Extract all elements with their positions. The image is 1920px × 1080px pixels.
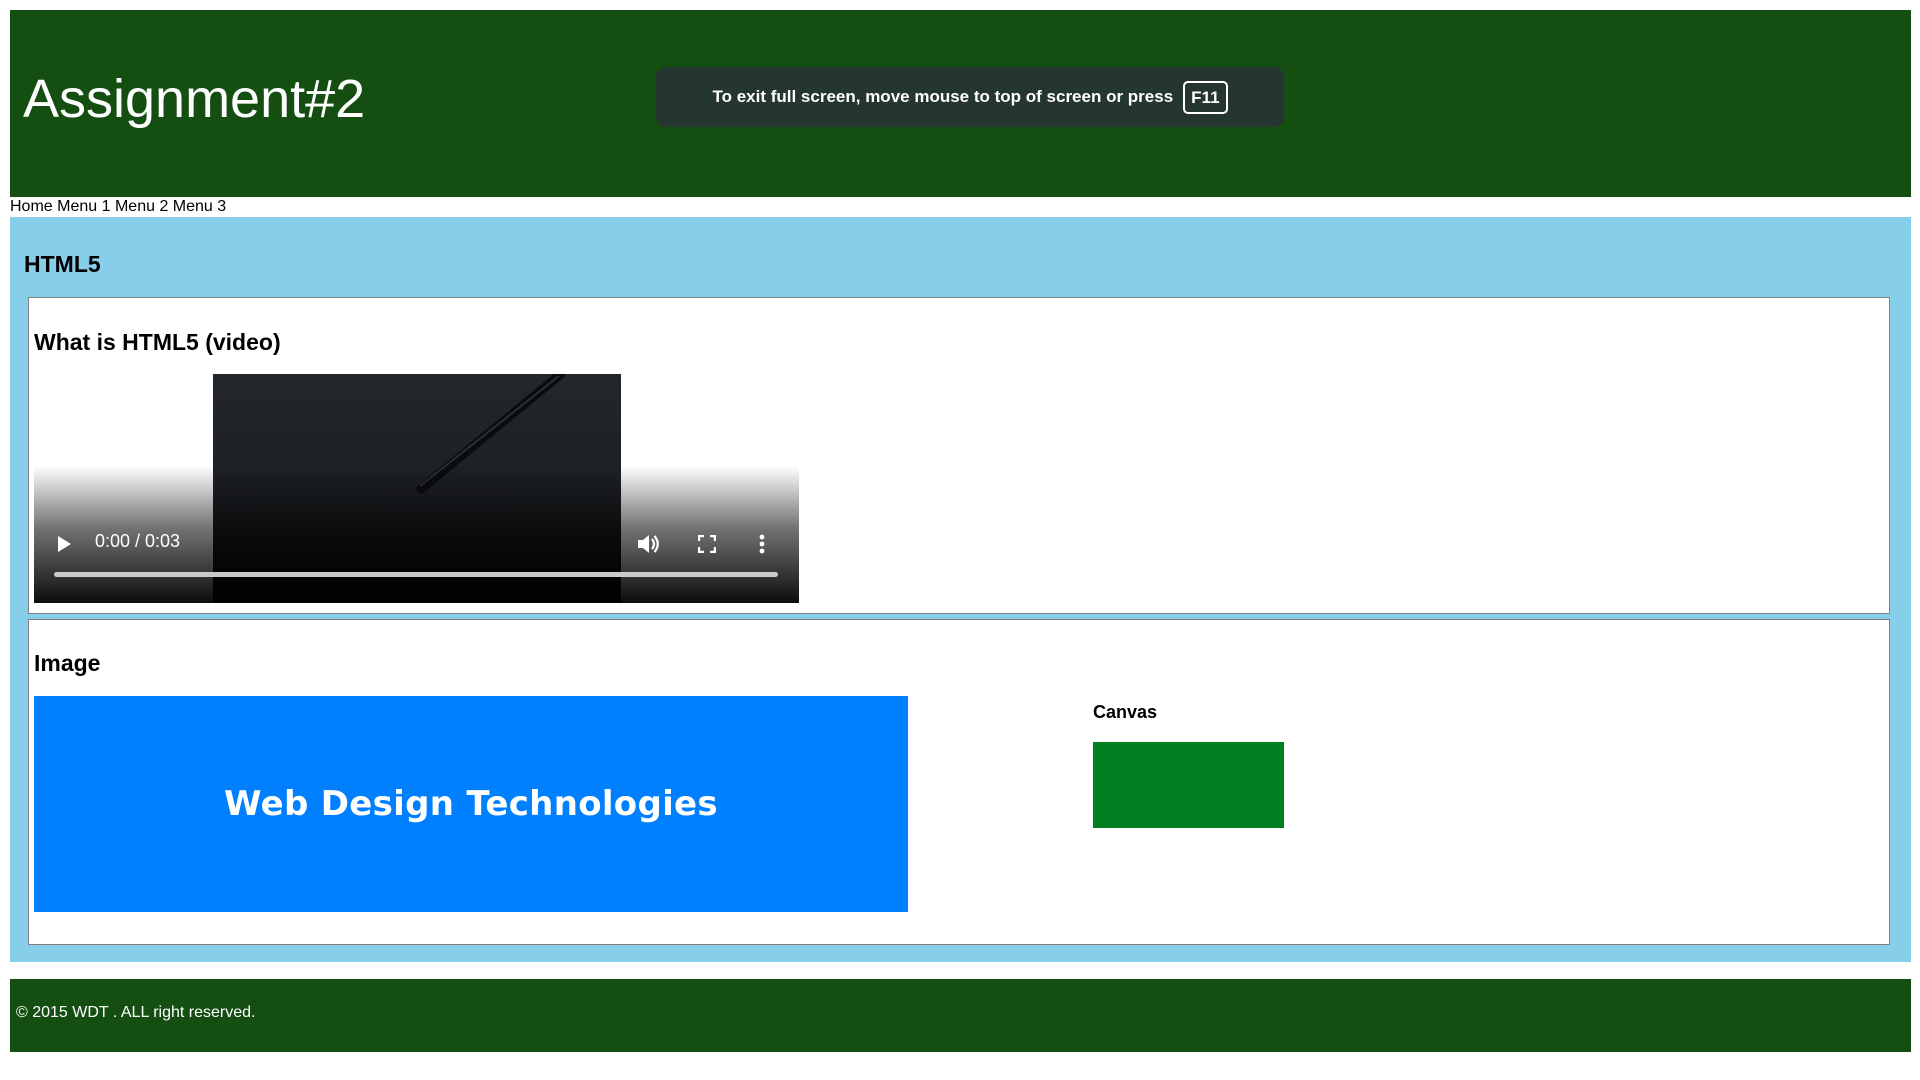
more-options-icon[interactable] xyxy=(752,530,772,558)
nav-item-menu-2[interactable]: Menu 2 xyxy=(115,198,168,215)
video-time: 0:00 / 0:03 xyxy=(95,531,181,551)
site-header: Assignment#2 To exit full screen, move m… xyxy=(10,10,1911,197)
volume-icon[interactable] xyxy=(634,530,662,558)
banner-text: Web Design Technologies xyxy=(224,784,718,824)
fullscreen-exit-notice: To exit full screen, move mouse to top o… xyxy=(656,67,1284,127)
video-panel: What is HTML5 (video) 0:00 / 0:03 xyxy=(28,297,1890,614)
fullscreen-icon[interactable] xyxy=(694,531,720,557)
video-player[interactable]: 0:00 / 0:03 xyxy=(34,374,799,603)
f11-key-badge: F11 xyxy=(1183,80,1228,114)
copyright-text: © 2015 WDT . ALL right reserved. xyxy=(16,1004,256,1021)
play-icon[interactable] xyxy=(52,532,76,556)
web-design-banner-image: Web Design Technologies xyxy=(34,696,908,912)
nav-item-home[interactable]: Home xyxy=(10,198,53,215)
video-heading: What is HTML5 (video) xyxy=(34,329,281,355)
nav-item-menu-3[interactable]: Menu 3 xyxy=(173,198,226,215)
canvas-green-rect xyxy=(1093,742,1284,828)
section-heading: HTML5 xyxy=(24,251,101,277)
canvas-element xyxy=(1093,742,1284,828)
video-progress-bar[interactable] xyxy=(54,572,778,577)
site-footer: © 2015 WDT . ALL right reserved. xyxy=(10,979,1911,1052)
site-title: Assignment#2 xyxy=(23,69,366,129)
fullscreen-notice-text: To exit full screen, move mouse to top o… xyxy=(712,87,1174,106)
nav-item-menu-1[interactable]: Menu 1 xyxy=(57,198,110,215)
main-content: HTML5 What is HTML5 (video) 0:00 / 0:03 xyxy=(10,217,1911,962)
image-heading: Image xyxy=(34,650,101,676)
main-nav: Home Menu 1 Menu 2 Menu 3 xyxy=(10,196,226,218)
canvas-label: Canvas xyxy=(1093,702,1158,722)
image-panel: Image Web Design Technologies Canvas xyxy=(28,619,1890,945)
